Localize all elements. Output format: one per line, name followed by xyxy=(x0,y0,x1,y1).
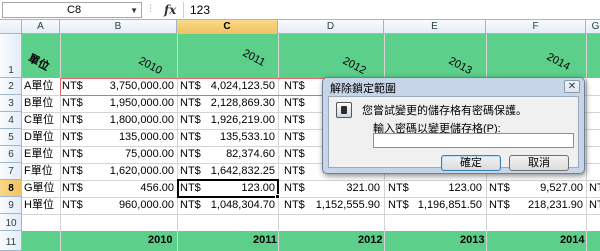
row-header-7[interactable]: 7 xyxy=(0,163,22,180)
dialog-title: 解除鎖定範圍 xyxy=(330,83,396,95)
row-header-4[interactable]: 4 xyxy=(0,112,22,129)
unlock-range-dialog: 解除鎖定範圍 ✕ 您嘗試變更的儲存格有密碼保護。 輸入密碼以變更儲存格(P): … xyxy=(322,77,585,174)
footer-year-2010: 2010 xyxy=(148,234,173,246)
name-box[interactable]: C8 ▼ xyxy=(2,2,142,18)
currency-cell: NT$ xyxy=(62,182,83,194)
unit-cell[interactable]: F單位 xyxy=(24,163,53,180)
formula-bar-divider xyxy=(183,2,184,18)
gridline xyxy=(60,34,61,251)
column-header-d[interactable]: D xyxy=(278,20,384,34)
insert-function-icon[interactable]: fx xyxy=(164,0,176,20)
footer-year-2014: 2014 xyxy=(560,234,585,246)
currency-cell: NT$ xyxy=(284,114,305,126)
gridline xyxy=(586,34,587,251)
select-all-corner[interactable] xyxy=(0,20,22,34)
cancel-button[interactable]: 取消 xyxy=(509,155,569,171)
row-header-5[interactable]: 5 xyxy=(0,129,22,146)
row-header-3[interactable]: 3 xyxy=(0,95,22,112)
dialog-body: 您嘗試變更的儲存格有密碼保護。 輸入密碼以變更儲存格(P): 確定 取消 xyxy=(328,96,579,171)
row-header-1[interactable]: 1 xyxy=(0,34,22,78)
gridline xyxy=(22,214,600,215)
currency-cell: NT$ xyxy=(62,114,83,126)
password-input[interactable] xyxy=(373,133,574,148)
header-band xyxy=(22,34,600,78)
column-header-b[interactable]: B xyxy=(60,20,177,34)
footer-year-2013: 2013 xyxy=(460,234,485,246)
currency-cell: NT$ xyxy=(284,148,305,160)
unit-cell[interactable]: H單位 xyxy=(24,197,54,214)
protected-range-outline xyxy=(60,78,330,96)
unit-cell[interactable]: D單位 xyxy=(24,129,54,146)
value-cell[interactable]: 75,000.00 xyxy=(82,146,174,163)
name-box-value: C8 xyxy=(67,4,82,16)
row-header-11[interactable]: 11 xyxy=(0,231,22,251)
currency-cell: NT$ xyxy=(62,165,83,177)
currency-cell: NT$ xyxy=(284,165,305,177)
column-header-g[interactable]: G xyxy=(586,20,600,34)
grip-dots-icon[interactable]: ⋮ xyxy=(146,3,155,14)
gridline xyxy=(177,34,178,251)
fill-handle[interactable] xyxy=(275,194,280,199)
lock-icon xyxy=(336,102,352,118)
value-cell[interactable]: 1,950,000.00 xyxy=(82,95,174,112)
row-header-6[interactable]: 6 xyxy=(0,146,22,163)
footer-year-2011: 2011 xyxy=(253,234,277,246)
currency-cell: NT$ xyxy=(589,199,600,211)
column-header-a[interactable]: A xyxy=(22,20,60,34)
footer-year-2012: 2012 xyxy=(358,234,383,246)
value-cell[interactable]: 2,128,869.30 xyxy=(198,95,275,112)
value-cell[interactable]: 1,926,219.00 xyxy=(198,112,275,129)
value-cell[interactable]: 218,231.90 xyxy=(507,197,583,214)
value-cell[interactable]: 9,527.00 xyxy=(507,180,583,197)
footer-band xyxy=(22,231,600,251)
value-cell[interactable]: 135,000.00 xyxy=(82,129,174,146)
value-cell[interactable]: 1,642,832.25 xyxy=(198,163,275,180)
currency-cell: NT$ xyxy=(62,131,83,143)
row-header-bar: 1 2 3 4 5 6 7 8 9 10 11 xyxy=(0,34,22,251)
currency-cell: NT$ xyxy=(284,131,305,143)
close-icon[interactable]: ✕ xyxy=(564,80,580,93)
value-cell[interactable]: 1,196,851.50 xyxy=(406,197,482,214)
gridline xyxy=(278,34,279,251)
formula-input[interactable]: 123 xyxy=(190,0,210,20)
row-header-8[interactable]: 8 xyxy=(0,180,22,197)
value-cell[interactable]: 960,000.00 xyxy=(82,197,174,214)
value-cell[interactable]: 1,152,555.90 xyxy=(302,197,380,214)
unit-cell[interactable]: A單位 xyxy=(24,78,53,95)
row-header-2[interactable]: 2 xyxy=(0,78,22,95)
value-cell[interactable]: 135,533.10 xyxy=(198,129,275,146)
column-header-e[interactable]: E xyxy=(384,20,486,34)
currency-cell: NT$ xyxy=(62,199,83,211)
currency-cell: NT$ xyxy=(284,97,305,109)
ok-button[interactable]: 確定 xyxy=(441,155,501,171)
row-header-9[interactable]: 9 xyxy=(0,197,22,214)
chevron-down-icon[interactable]: ▼ xyxy=(130,4,138,17)
currency-cell: NT$ xyxy=(62,97,83,109)
formula-bar: C8 ▼ ⋮ fx 123 xyxy=(0,0,600,20)
unit-cell[interactable]: G單位 xyxy=(24,180,55,197)
value-cell[interactable]: 1,048,304.70 xyxy=(198,197,275,214)
unit-cell[interactable]: E單位 xyxy=(24,146,53,163)
value-cell[interactable]: 82,374.60 xyxy=(198,146,275,163)
unit-cell[interactable]: C單位 xyxy=(24,112,54,129)
value-cell[interactable]: 1,800,000.00 xyxy=(82,112,174,129)
value-cell[interactable]: 456.00 xyxy=(82,180,174,197)
value-cell[interactable]: 1,620,000.00 xyxy=(82,163,174,180)
row-header-10[interactable]: 10 xyxy=(0,214,22,231)
unit-cell[interactable]: B單位 xyxy=(24,95,53,112)
currency-cell: NT$ xyxy=(62,148,83,160)
column-header-f[interactable]: F xyxy=(486,20,586,34)
column-header-bar: A B C D E F G xyxy=(0,20,600,34)
value-cell[interactable]: 321.00 xyxy=(302,180,380,197)
active-cell-outline xyxy=(177,179,279,198)
column-header-c[interactable]: C xyxy=(177,20,278,34)
dialog-message: 您嘗試變更的儲存格有密碼保護。 xyxy=(362,105,527,117)
currency-cell: NT$ xyxy=(589,182,600,194)
value-cell[interactable]: 123.00 xyxy=(406,180,482,197)
